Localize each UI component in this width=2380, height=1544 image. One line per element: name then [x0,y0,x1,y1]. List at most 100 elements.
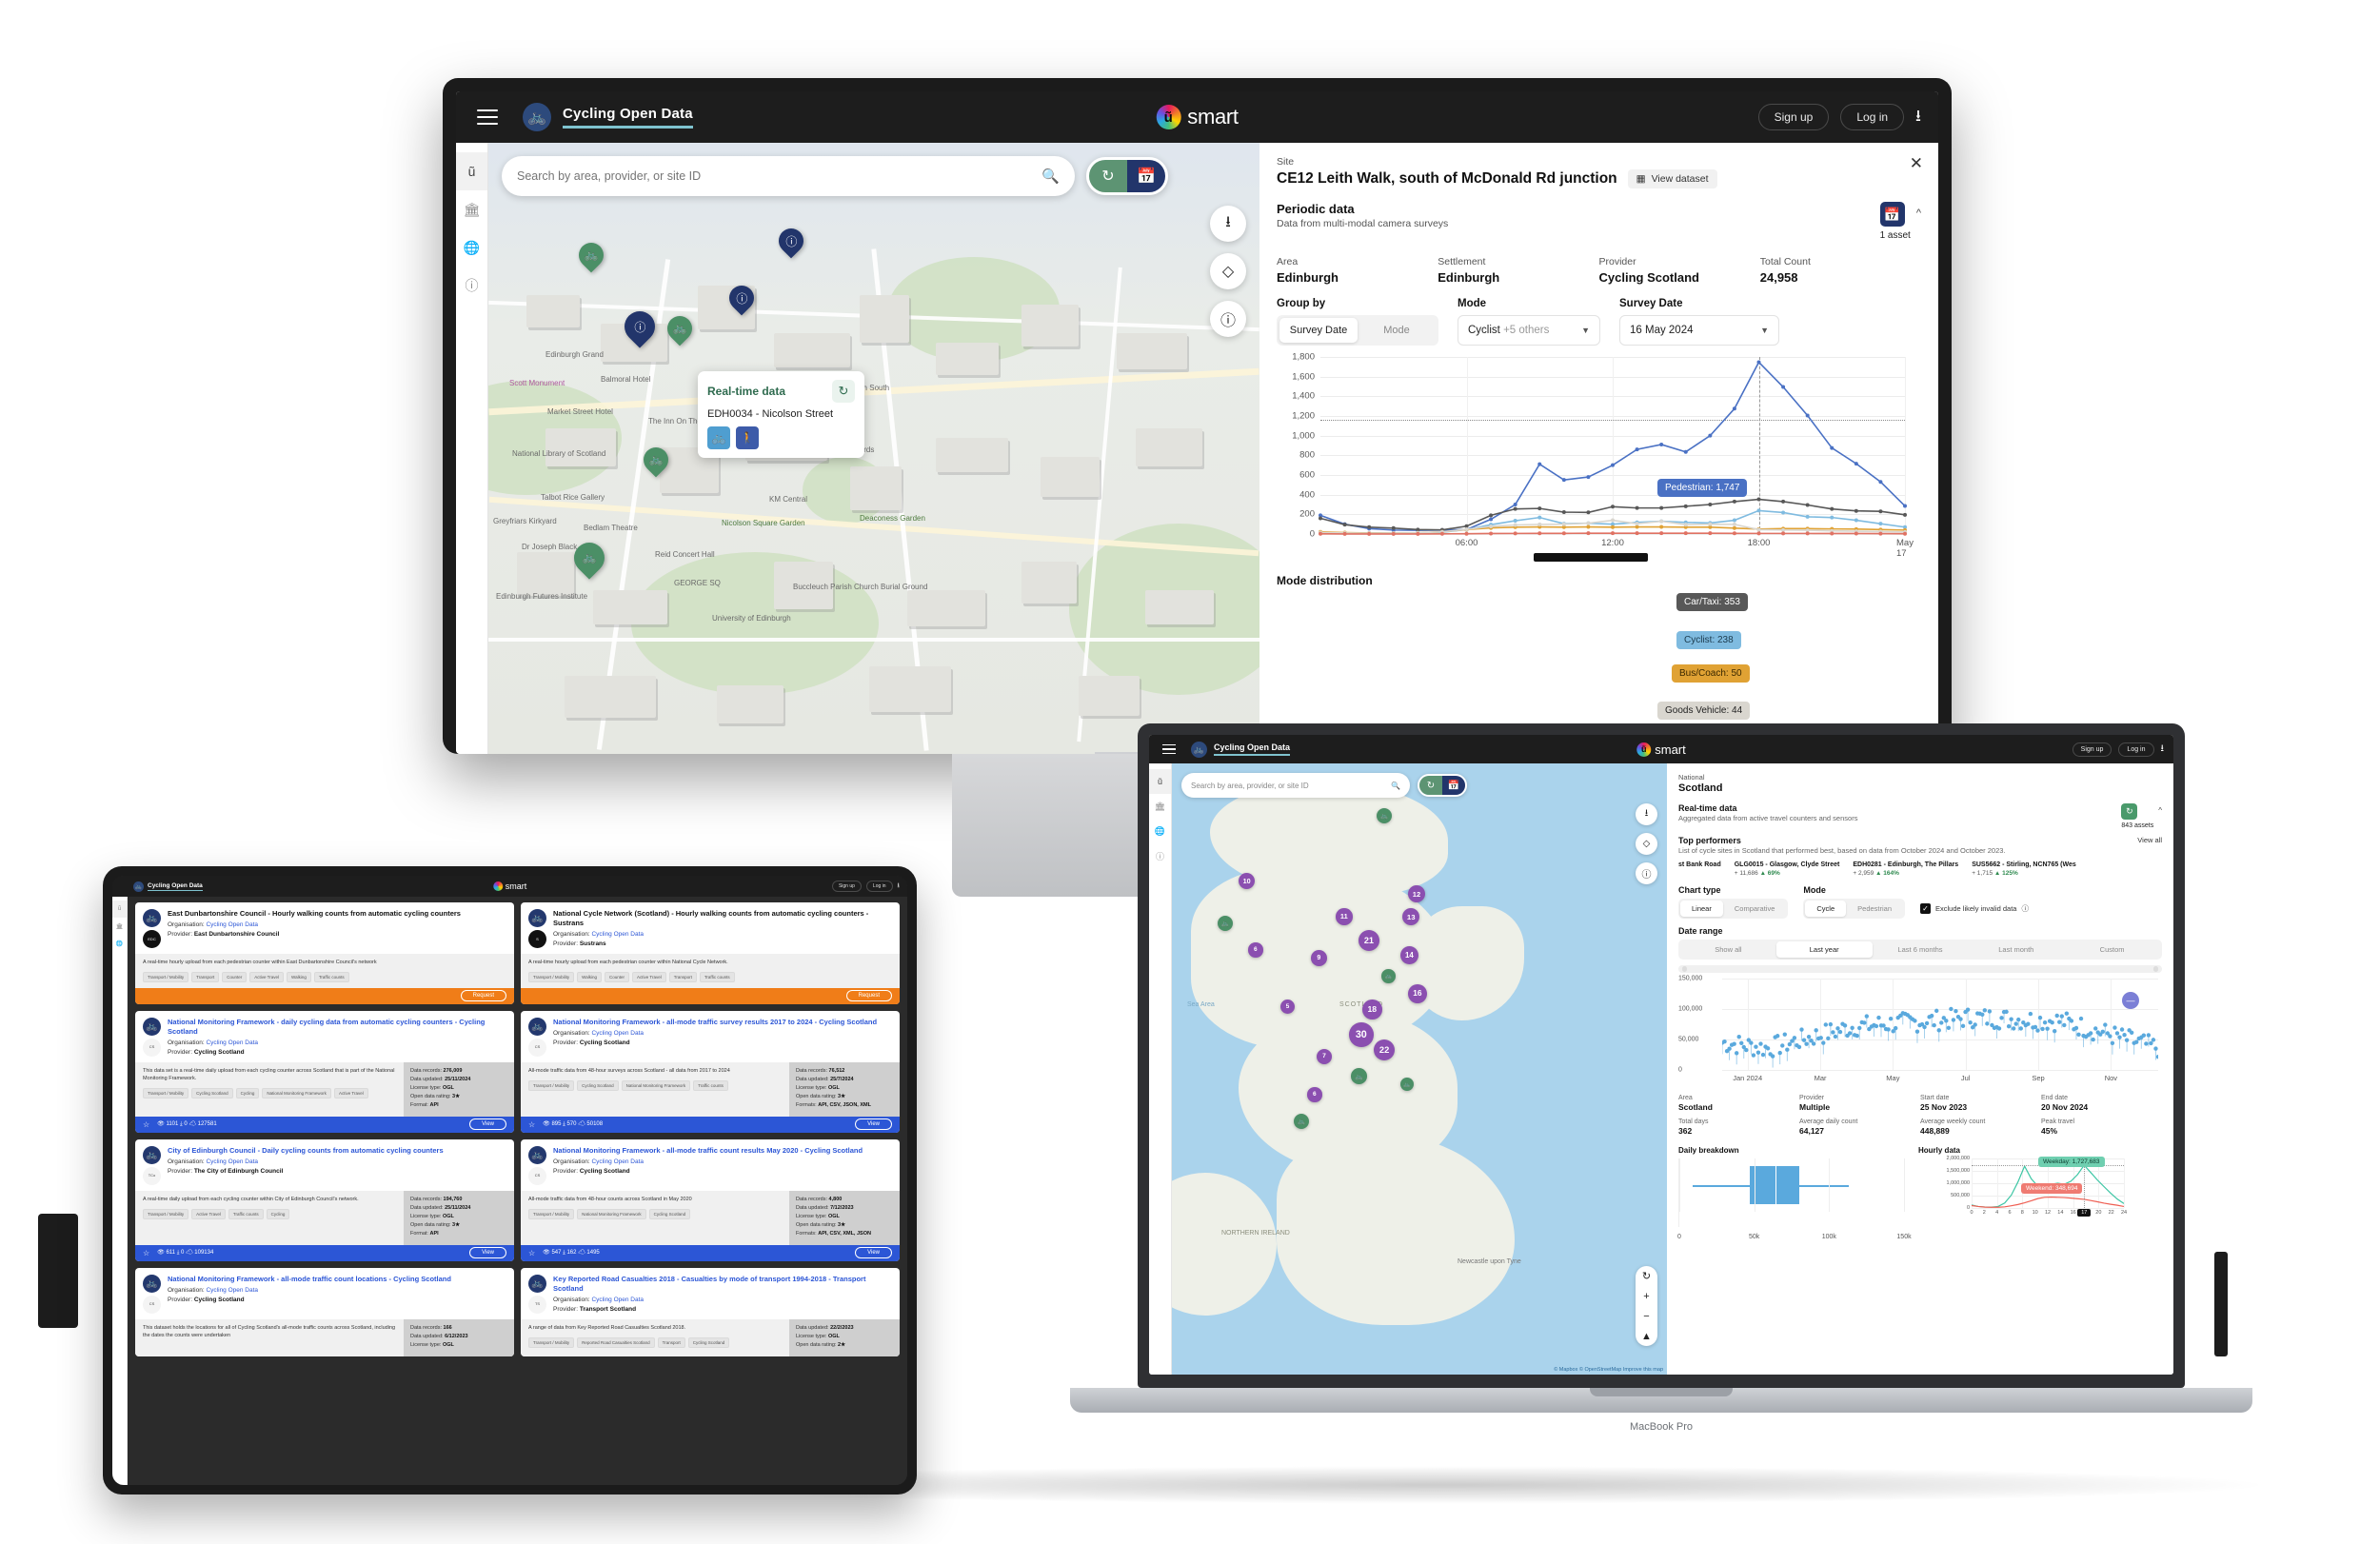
search-box[interactable]: 🔍 [502,156,1075,196]
card-tag[interactable]: Cycling Scotland [687,1336,730,1348]
map-pin-cycle[interactable]: 🚲 [573,237,609,273]
login-button[interactable]: Log in [2118,742,2154,757]
map-cluster[interactable]: 6 [1248,942,1263,958]
close-icon[interactable]: ✕ [1910,154,1923,173]
group-by-option-mode[interactable]: Mode [1358,318,1436,343]
chart-scrubber[interactable] [1534,553,1648,562]
rail-item-institution[interactable]: 🏛 [1149,794,1171,819]
laptop-brand[interactable]: 🚲 Cycling Open Data [1191,741,1291,758]
map-pin-cycle[interactable]: 🚲 [662,310,698,346]
compass-icon[interactable]: ▲ [1636,1326,1657,1346]
info-icon[interactable]: ⓘ [2021,903,2029,914]
rail-item-help[interactable]: ⓘ [456,267,487,305]
periodic-toggle-icon[interactable]: 📅 [1127,160,1165,192]
map-cluster[interactable]: 🚲 [1218,916,1233,931]
download-icon[interactable]: ⭳ [1915,104,1921,131]
zoom-in-button[interactable]: + [1636,1286,1657,1306]
rail-item-usmart[interactable]: ũ [456,152,487,190]
data-mode-toggle[interactable]: ↻ 📅 [1418,774,1467,797]
card-tag[interactable]: Counter [604,971,629,982]
help-icon[interactable]: ⓘ [1210,301,1246,337]
hourly-data-chart[interactable]: Hourly data 0 500,000 1,000,000 1,500,000 2,… [1918,1146,2143,1227]
organisation-link[interactable]: Cycling Open Data [591,1297,644,1303]
reset-bearing-icon[interactable]: ↻ [1636,1266,1657,1286]
group-by-segmented[interactable]: Survey Date Mode [1277,315,1438,346]
chevron-up-icon[interactable]: ^ [1916,208,1921,219]
view-dataset-button[interactable]: ▦ View dataset [1627,169,1717,188]
search-icon[interactable]: 🔍 [1041,168,1060,185]
group-by-option-survey-date[interactable]: Survey Date [1279,318,1358,343]
map-cluster[interactable]: 18 [1362,1000,1382,1019]
desktop-brand[interactable]: 🚲 Cycling Open Data [523,103,693,131]
mode-segmented[interactable]: Cycle Pedestrian [1803,899,1906,919]
hamburger-icon[interactable] [477,109,498,125]
mode-option-cycle[interactable]: Cycle [1805,901,1847,917]
daily-breakdown-chart[interactable]: Daily breakdown 0 50k 100k 150k [1677,1146,1912,1240]
map-cluster[interactable]: 🚲 [1381,969,1396,983]
dataset-card[interactable]: 🚲 CS National Monitoring Framework - all-m… [521,1010,900,1133]
dataset-card[interactable]: 🚲 CS National Monitoring Framework - daily… [135,1010,514,1133]
hamburger-icon[interactable] [1162,743,1176,755]
download-icon[interactable]: ⭳ [898,881,900,892]
card-title[interactable]: National Monitoring Framework - daily cy… [168,1018,506,1037]
card-tag[interactable]: Reported Road Casualties Scotland [577,1336,655,1348]
date-range-segmented[interactable]: Show all Last year Last 6 months Last month… [1678,940,2162,960]
dataset-card[interactable]: 🚲 S National Cycle Network (Scotland) - Ho… [521,902,900,1004]
request-button[interactable]: Request [845,990,892,1002]
rail-item-globe[interactable]: 🌐 [456,228,487,267]
card-tag[interactable]: National Monitoring Framework [621,1079,691,1091]
card-tag[interactable]: Transport / Mobility [143,1208,189,1219]
dataset-card[interactable]: 🚲 CS National Monitoring Framework - all-m… [521,1138,900,1261]
card-tag[interactable]: Walking [286,971,311,982]
card-tag[interactable]: National Monitoring Framework [577,1208,646,1219]
organisation-link[interactable]: Cycling Open Data [591,1158,644,1165]
map-cluster[interactable]: 14 [1400,946,1418,964]
rail-item-usmart[interactable]: ũ [1149,769,1171,794]
rail-item-institution[interactable]: 🏛 [456,190,487,228]
chart-type-segmented[interactable]: Linear Comparative [1678,899,1789,919]
organisation-link[interactable]: Cycling Open Data [206,1287,258,1294]
card-tag[interactable]: Cycling [266,1208,290,1219]
organisation-link[interactable]: Cycling Open Data [206,1158,258,1165]
survey-date-select[interactable]: 16 May 2024 ▼ [1619,315,1779,346]
cycle-mode-icon[interactable]: 🚲 [707,426,730,449]
card-title[interactable]: National Cycle Network (Scotland) - Hour… [553,909,892,928]
view-button[interactable]: View [855,1247,892,1259]
exclude-invalid-checkbox[interactable]: ✓ Exclude likely invalid data ⓘ [1920,903,2029,914]
card-tag[interactable]: Transport / Mobility [528,1336,575,1348]
top-performer-item[interactable]: GLG0015 - Glasgow, Clyde Street + 11,686 … [1735,861,1840,877]
realtime-toggle-icon[interactable]: ↻ [1089,160,1127,192]
card-tag[interactable]: Active Travel [191,1208,226,1219]
laptop-scatter-chart[interactable]: 0 50,000 100,000 150,000 Jan 2024 Mar May Jul S… [1678,976,2162,1091]
card-tag[interactable]: Transport / Mobility [528,1079,575,1091]
card-tag[interactable]: Walking [577,971,602,982]
card-title[interactable]: Key Reported Road Casualties 2018 - Casu… [553,1275,892,1294]
download-icon[interactable]: ⭳ [2161,742,2165,758]
card-title[interactable]: City of Edinburgh Council - Daily cyclin… [168,1146,506,1156]
map-cluster[interactable]: 21 [1359,930,1379,951]
chevron-up-icon[interactable]: ^ [2158,806,2162,815]
card-tag[interactable]: Transport [668,971,697,982]
dataset-card[interactable]: 🚲 CS National Monitoring Framework - all-m… [135,1267,514,1356]
desktop-line-chart[interactable]: 0 200 400 600 800 1,000 1,200 1,400 1,600 1,800 0… [1277,352,1914,754]
organisation-link[interactable]: Cycling Open Data [206,921,258,928]
organisation-link[interactable]: Cycling Open Data [206,1039,258,1046]
layers-icon[interactable]: ◇ [1636,833,1657,855]
chart-type-option-linear[interactable]: Linear [1680,901,1723,917]
request-button[interactable]: Request [460,990,506,1002]
rail-item-globe[interactable]: 🌐 [1149,819,1171,843]
login-button[interactable]: Log in [865,881,893,892]
map-cluster[interactable]: 7 [1317,1049,1332,1064]
dataset-card[interactable]: 🚲 TS Key Reported Road Casualties 2018 - C… [521,1267,900,1356]
favourite-icon[interactable]: ☆ [528,1120,535,1129]
date-range-option[interactable]: Last month [1968,941,2064,958]
card-tag[interactable]: Transport [657,1336,685,1348]
card-title[interactable]: National Monitoring Framework - all-mode… [553,1018,892,1027]
rail-item-help[interactable]: ⓘ [1149,843,1171,868]
search-input[interactable] [517,169,1042,183]
view-all-link[interactable]: View all [2137,836,2162,844]
organisation-link[interactable]: Cycling Open Data [591,1030,644,1037]
view-button[interactable]: View [469,1247,506,1259]
card-tag[interactable]: Transport / Mobility [528,1208,575,1219]
periodic-toggle-icon[interactable]: 📅 [1442,776,1465,795]
